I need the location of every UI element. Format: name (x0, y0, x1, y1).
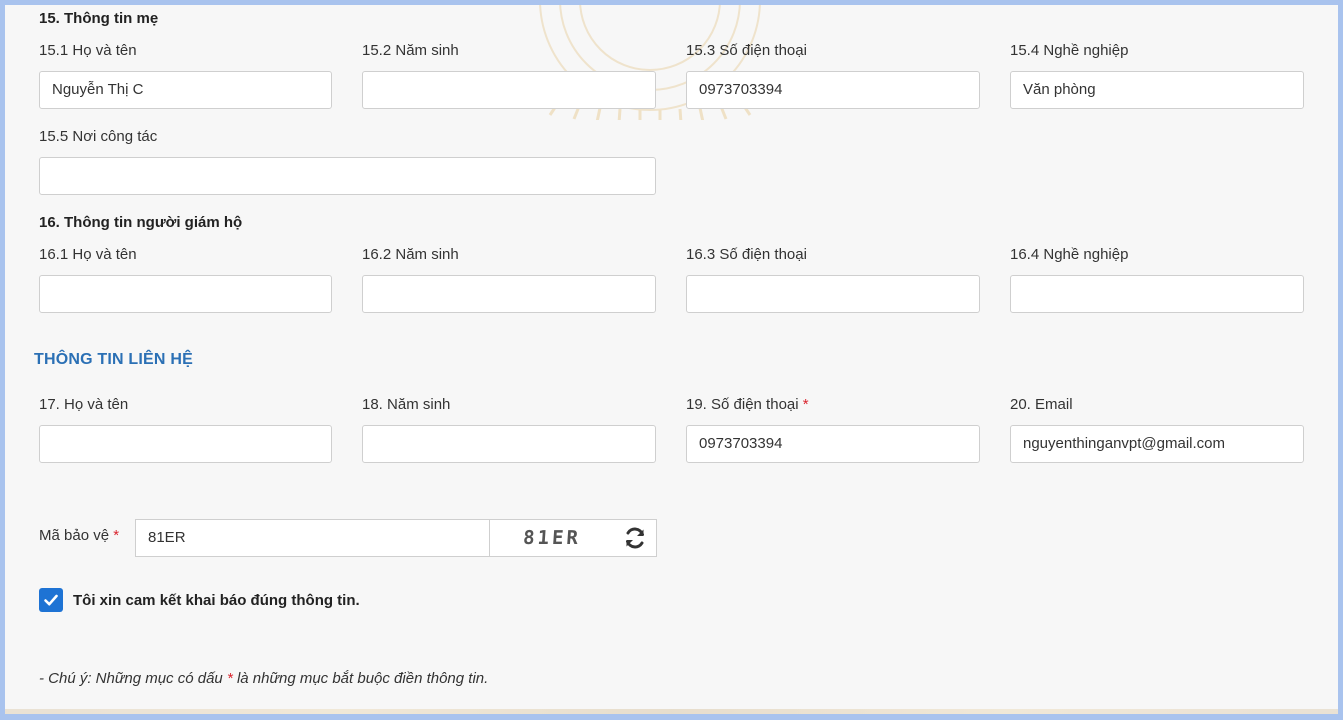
guardian-name-input[interactable] (39, 275, 332, 313)
required-note: - Chú ý: Những mục có dấu * là những mục… (39, 670, 488, 687)
guardian-phone-input[interactable] (686, 275, 980, 313)
guardian-name-label: 16.1 Họ và tên (39, 246, 137, 263)
guardian-birth-input[interactable] (362, 275, 656, 313)
guardian-job-label: 16.4 Nghề nghiệp (1010, 246, 1129, 263)
mother-job-label: 15.4 Nghề nghiệp (1010, 42, 1129, 59)
contact-birth-label: 18. Năm sinh (362, 396, 451, 413)
note-star: * (226, 670, 233, 687)
guardian-job-input[interactable] (1010, 275, 1304, 313)
contact-email-label: 20. Email (1010, 396, 1073, 413)
contact-name-input[interactable] (39, 425, 332, 463)
captcha-group: 81ER 81ER (135, 519, 657, 557)
mother-workplace-input[interactable] (39, 157, 656, 195)
captcha-input[interactable]: 81ER (136, 520, 490, 556)
mother-birth-label: 15.2 Năm sinh (362, 42, 459, 59)
required-marker: * (802, 396, 809, 413)
captcha-refresh-button[interactable] (614, 520, 656, 556)
commitment-label: Tôi xin cam kết khai báo đúng thông tin. (73, 591, 360, 609)
note-suffix: là những mục bắt buộc điền thông tin. (236, 670, 489, 687)
guardian-phone-label: 16.3 Số điện thoại (686, 246, 807, 263)
contact-phone-input[interactable]: 0973703394 (686, 425, 980, 463)
checkmark-icon (44, 594, 58, 606)
guardian-birth-label: 16.2 Năm sinh (362, 246, 459, 263)
contact-heading: THÔNG TIN LIÊN HỆ (34, 351, 193, 368)
captcha-label: Mã bảo vệ (39, 527, 110, 544)
contact-email-input[interactable]: nguyenthinganvpt@gmail.com (1010, 425, 1304, 463)
decorative-border-strip (5, 709, 1338, 714)
mother-name-input[interactable]: Nguyễn Thị C (39, 71, 332, 109)
mother-birth-input[interactable] (362, 71, 656, 109)
mother-job-input[interactable]: Văn phòng (1010, 71, 1304, 109)
commitment-row[interactable]: Tôi xin cam kết khai báo đúng thông tin. (39, 588, 360, 612)
contact-name-label: 17. Họ và tên (39, 396, 129, 413)
captcha-label-wrap: Mã bảo vệ * (39, 527, 119, 544)
required-marker: * (113, 527, 120, 544)
contact-phone-label-wrap: 19. Số điện thoại * (686, 396, 809, 413)
guardian-section-title: 16. Thông tin người giám hộ (39, 214, 243, 231)
mother-phone-label: 15.3 Số điện thoại (686, 42, 807, 59)
refresh-icon (626, 527, 644, 549)
contact-phone-label: 19. Số điện thoại (686, 396, 799, 413)
captcha-image: 81ER (522, 527, 582, 549)
mother-name-label: 15.1 Họ và tên (39, 42, 137, 59)
commitment-checkbox[interactable] (39, 588, 63, 612)
note-prefix: - Chú ý: Những mục có dấu (39, 670, 223, 687)
mother-section-title: 15. Thông tin mẹ (39, 10, 159, 27)
mother-workplace-label: 15.5 Nơi công tác (39, 128, 158, 145)
contact-birth-input[interactable] (362, 425, 656, 463)
mother-phone-input[interactable]: 0973703394 (686, 71, 980, 109)
